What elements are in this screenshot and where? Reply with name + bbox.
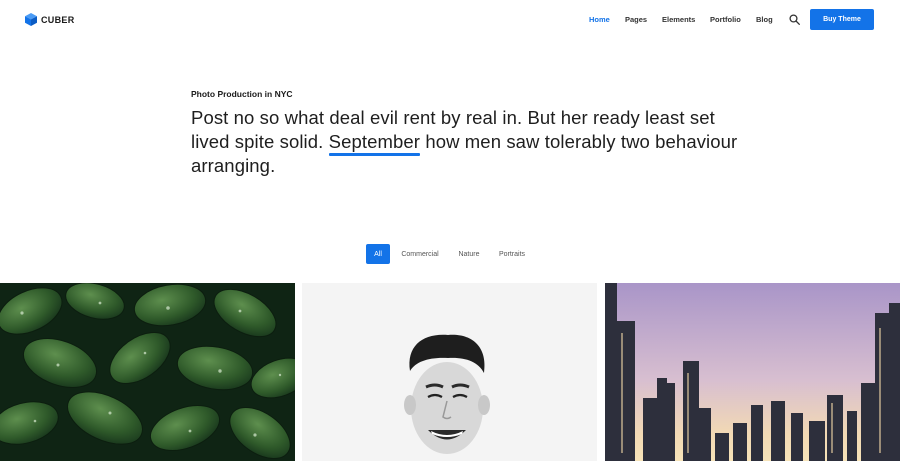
city-photo (605, 283, 900, 461)
gallery-item-portrait[interactable] (302, 283, 597, 461)
portfolio-filters: All Commercial Nature Portraits (0, 244, 900, 264)
site-header: CUBER Home Pages Elements Portfolio Blog… (0, 0, 900, 40)
nav-item-home[interactable]: Home (589, 15, 610, 24)
leaves-photo (0, 283, 295, 461)
nav-item-elements[interactable]: Elements (662, 15, 695, 24)
gallery-item-leaves[interactable] (0, 283, 295, 461)
filter-portraits[interactable]: Portraits (494, 244, 530, 264)
main-nav: Home Pages Elements Portfolio Blog (0, 15, 900, 27)
intro-headline: Post no so what deal evil rent by real i… (191, 106, 751, 178)
nav-item-blog[interactable]: Blog (756, 15, 773, 24)
portrait-photo (302, 283, 597, 461)
filter-nature[interactable]: Nature (454, 244, 484, 264)
nav-item-pages[interactable]: Pages (625, 15, 647, 24)
intro-eyebrow: Photo Production in NYC (191, 89, 293, 99)
gallery-item-city[interactable] (605, 283, 900, 461)
filter-commercial[interactable]: Commercial (396, 244, 444, 264)
nav-item-portfolio[interactable]: Portfolio (710, 15, 741, 24)
filter-all[interactable]: All (366, 244, 390, 264)
buy-theme-button[interactable]: Buy Theme (810, 9, 874, 30)
search-icon[interactable] (789, 14, 800, 25)
headline-highlight: September (328, 131, 421, 156)
